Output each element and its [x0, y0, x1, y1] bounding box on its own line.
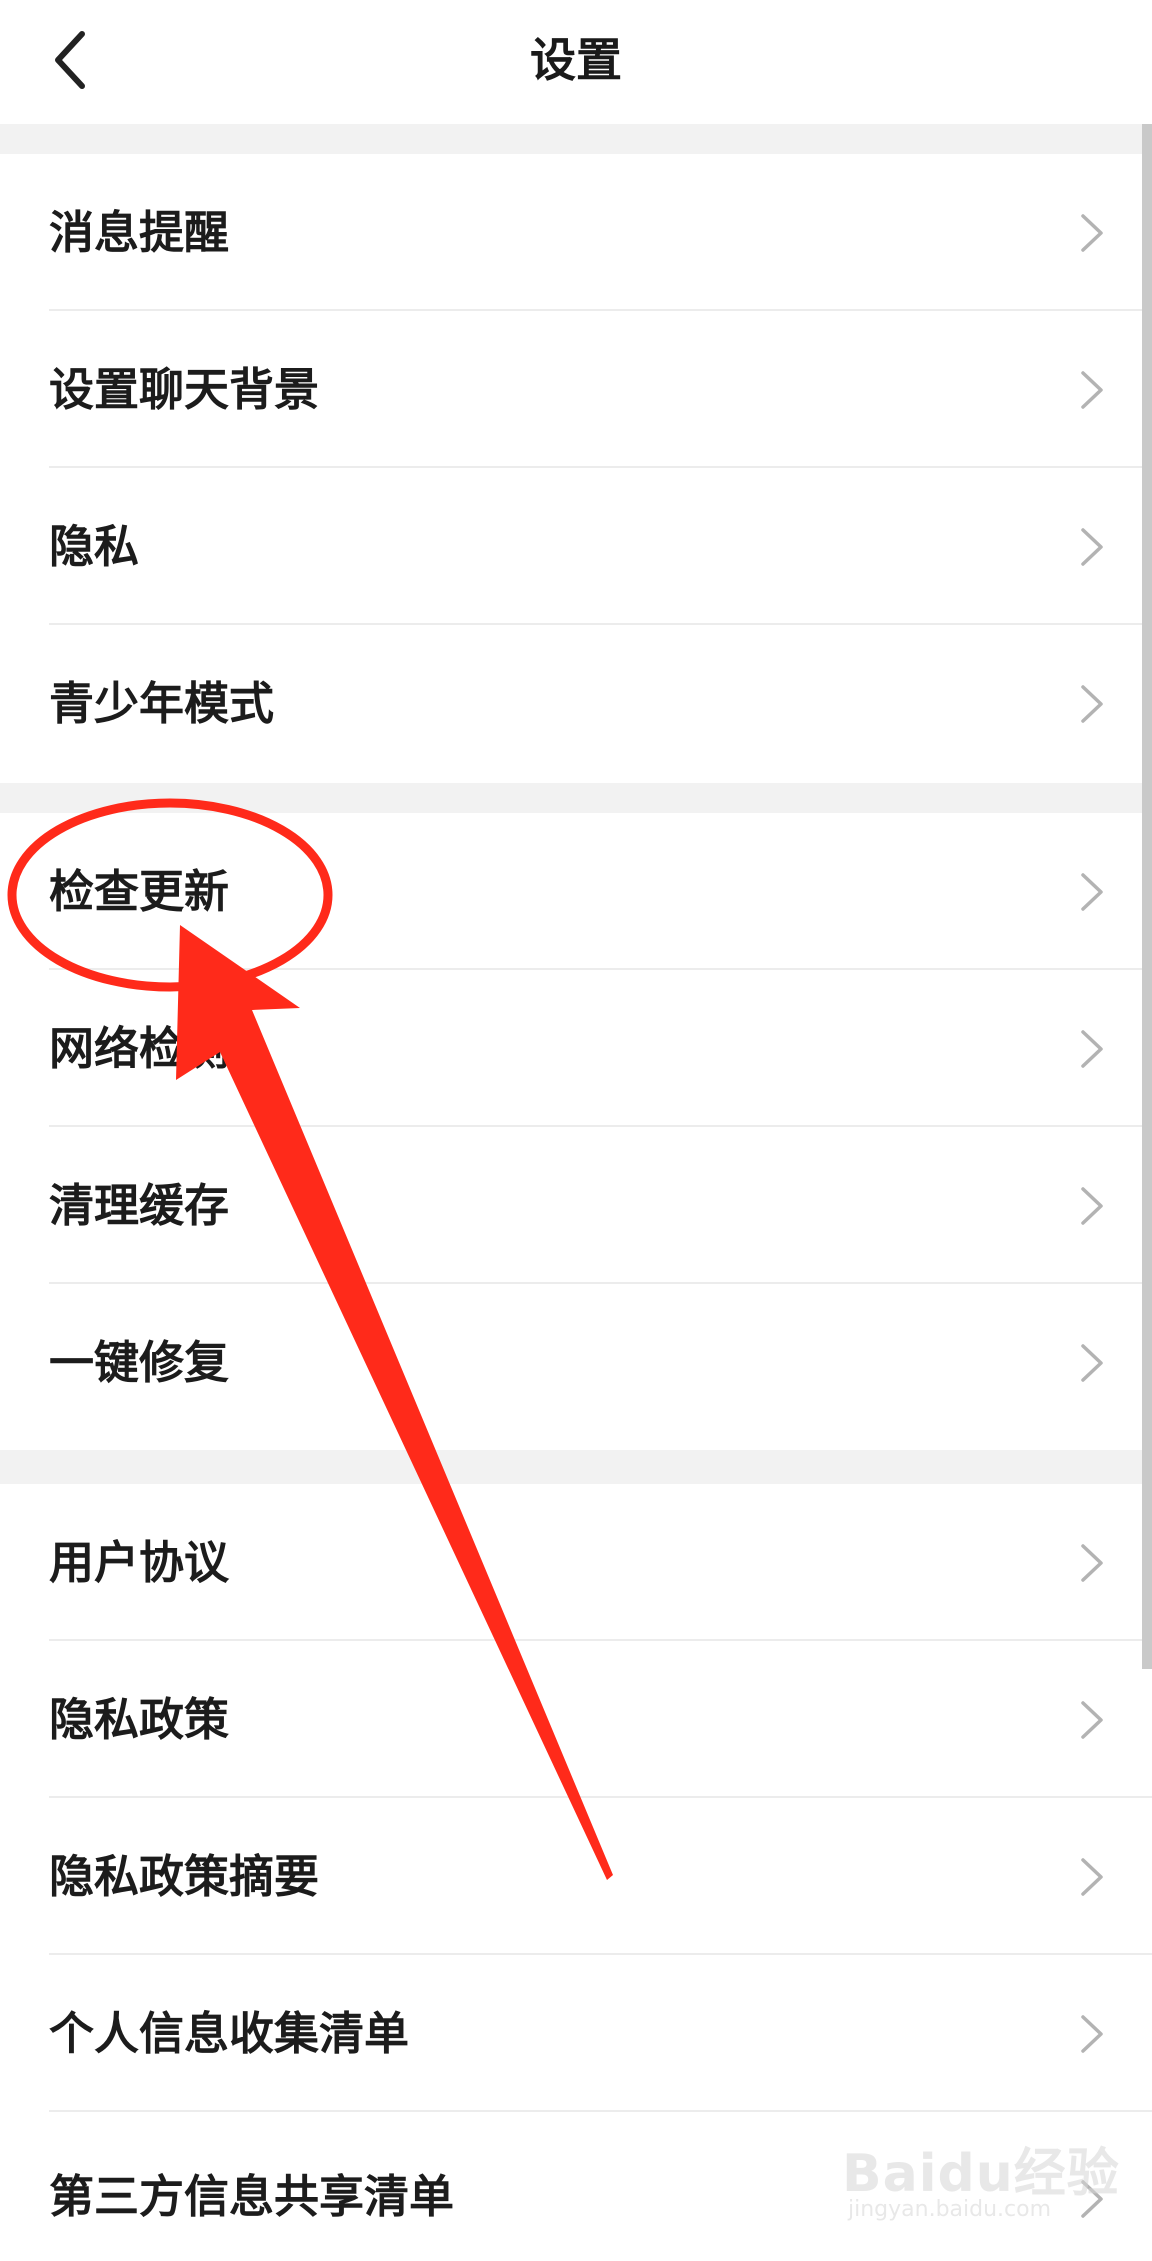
- settings-item-label: 青少年模式: [49, 677, 275, 730]
- settings-item-label: 隐私: [49, 520, 140, 573]
- settings-item-privacy[interactable]: 隐私: [0, 468, 1152, 625]
- top-bar: 设置: [0, 0, 1152, 124]
- settings-item-label: 消息提醒: [49, 206, 230, 259]
- chevron-right-icon: [1081, 528, 1103, 566]
- page-title: 设置: [530, 33, 622, 87]
- chevron-right-icon: [1081, 2015, 1103, 2053]
- settings-item-personal-info-list[interactable]: 个人信息收集清单: [0, 1955, 1152, 2112]
- settings-item-label: 一键修复: [49, 1336, 230, 1389]
- section-separator: [0, 1450, 1152, 1484]
- settings-item-privacy-summary[interactable]: 隐私政策摘要: [0, 1798, 1152, 1955]
- settings-item-chat-background[interactable]: 设置聊天背景: [0, 311, 1152, 468]
- settings-page: 设置 消息提醒 设置聊天背景 隐私 青少年模式 检查更新 网络检测 清理缓存 一…: [0, 0, 1152, 2261]
- chevron-right-icon: [1081, 1187, 1103, 1225]
- settings-item-clear-cache[interactable]: 清理缓存: [0, 1127, 1152, 1284]
- chevron-right-icon: [1081, 1701, 1103, 1739]
- settings-item-check-update[interactable]: 检查更新: [0, 813, 1152, 970]
- settings-item-label: 用户协议: [49, 1536, 230, 1589]
- chevron-right-icon: [1081, 685, 1103, 723]
- watermark-brand: Baidu经验: [842, 2144, 1120, 2204]
- chevron-left-icon: [55, 31, 85, 89]
- section-separator: [0, 124, 1152, 154]
- settings-item-teen-mode[interactable]: 青少年模式: [0, 625, 1152, 783]
- settings-item-network-check[interactable]: 网络检测: [0, 970, 1152, 1127]
- chevron-right-icon: [1081, 371, 1103, 409]
- settings-item-label: 检查更新: [49, 865, 230, 918]
- chevron-right-icon: [1081, 1344, 1103, 1382]
- section-separator: [0, 783, 1152, 813]
- chevron-right-icon: [1081, 1858, 1103, 1896]
- chevron-right-icon: [1081, 873, 1103, 911]
- chevron-right-icon: [1081, 214, 1103, 252]
- settings-item-message-reminder[interactable]: 消息提醒: [0, 154, 1152, 311]
- settings-item-label: 网络检测: [49, 1022, 230, 1075]
- chevron-right-icon: [1081, 1544, 1103, 1582]
- settings-item-label: 第三方信息共享清单: [49, 2170, 455, 2223]
- chevron-right-icon: [1081, 1030, 1103, 1068]
- settings-item-user-agreement[interactable]: 用户协议: [0, 1484, 1152, 1641]
- watermark-url: jingyan.baidu.com: [848, 2197, 1052, 2222]
- scrollbar[interactable]: [1142, 124, 1152, 1669]
- settings-item-label: 个人信息收集清单: [49, 2007, 410, 2060]
- settings-item-label: 隐私政策: [49, 1693, 230, 1746]
- settings-item-label: 清理缓存: [49, 1179, 230, 1232]
- watermark: Baidu经验 jingyan.baidu.com: [842, 2125, 1119, 2235]
- settings-item-one-click-repair[interactable]: 一键修复: [0, 1284, 1152, 1450]
- settings-item-label: 设置聊天背景: [49, 363, 320, 416]
- back-button[interactable]: [36, 20, 116, 100]
- settings-item-privacy-policy[interactable]: 隐私政策: [0, 1641, 1152, 1798]
- settings-item-label: 隐私政策摘要: [49, 1850, 320, 1903]
